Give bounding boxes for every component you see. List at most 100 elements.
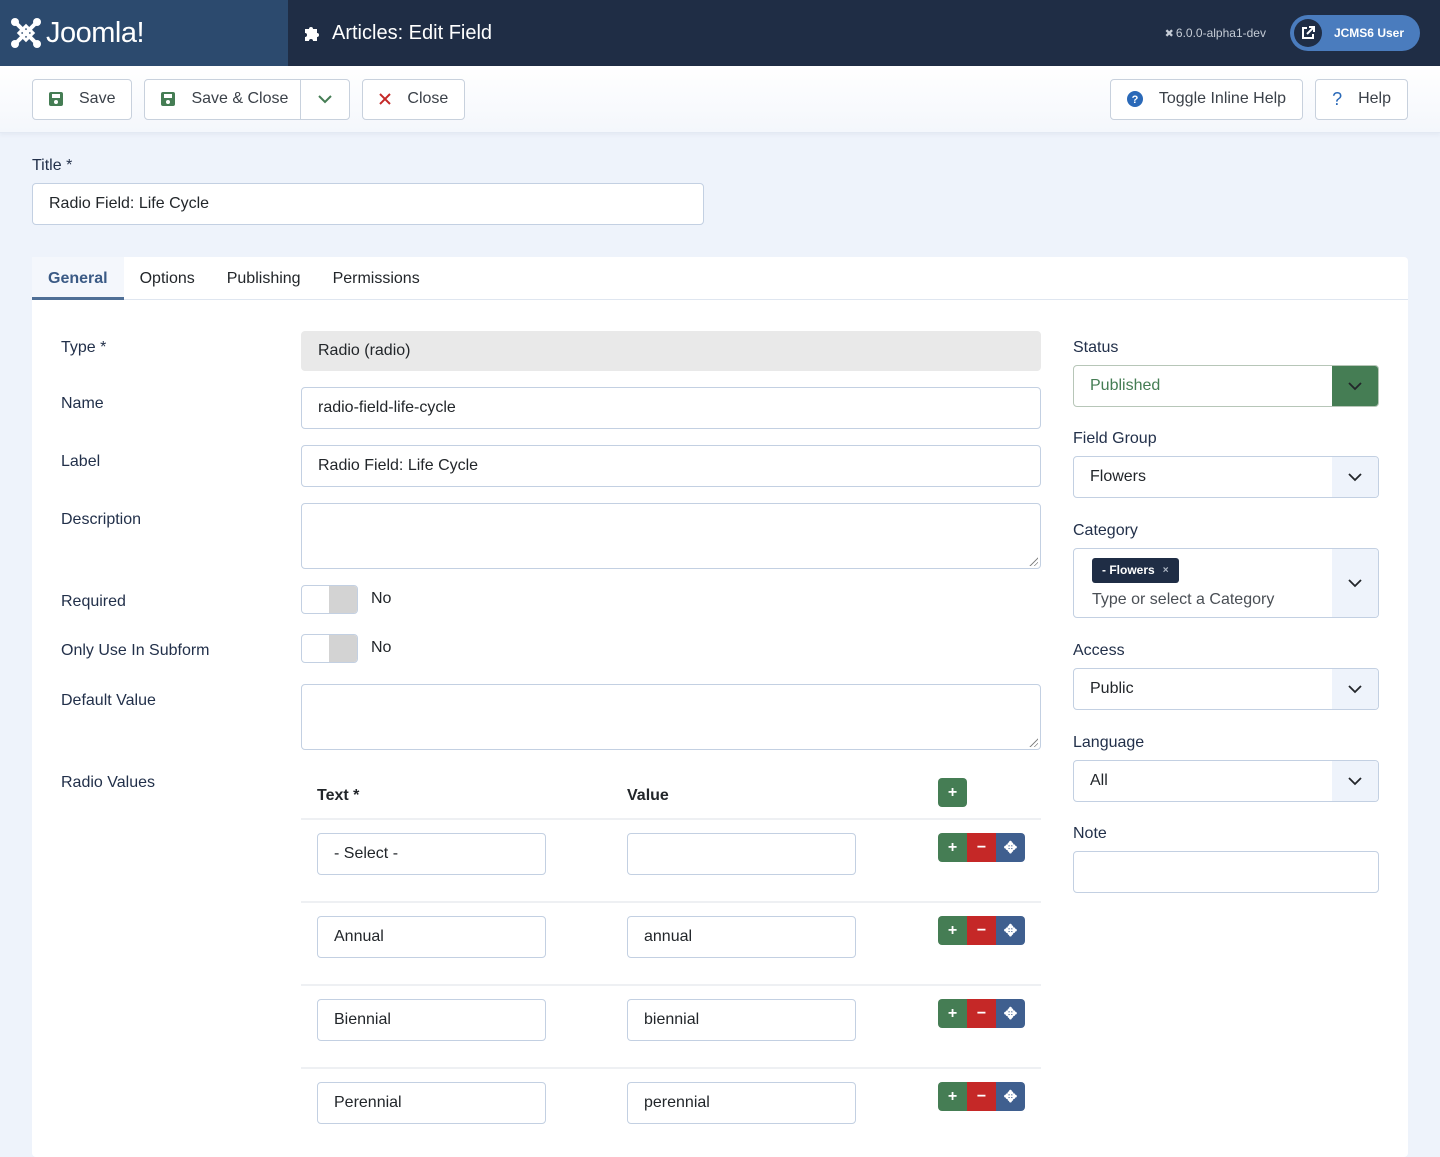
save-close-button[interactable]: Save & Close <box>145 79 302 119</box>
option-value-input[interactable]: perennial <box>627 1082 856 1124</box>
minus-icon: − <box>976 1004 987 1022</box>
move-row-handle[interactable]: ✥ <box>996 833 1025 862</box>
minus-icon: − <box>976 1087 987 1105</box>
toolbar: Save Save & Close Close ? Toggle Inline … <box>0 66 1440 133</box>
category-search-input[interactable]: Type or select a Category <box>1092 591 1274 609</box>
chevron-down-icon <box>318 94 333 103</box>
remove-row-button[interactable]: − <box>967 916 996 945</box>
app-header: Joomla! Articles: Edit Field ✖ 6.0.0-alp… <box>0 0 1440 66</box>
plus-icon: + <box>947 1087 958 1105</box>
name-input[interactable]: radio-field-life-cycle <box>301 387 1041 429</box>
option-value-input[interactable]: annual <box>627 916 856 958</box>
option-value-input[interactable]: biennial <box>627 999 856 1041</box>
plus-icon: + <box>947 921 958 939</box>
tab-bar: General Options Publishing Permissions <box>32 257 1408 300</box>
save-close-group: Save & Close <box>144 78 351 120</box>
plus-icon: + <box>947 783 958 801</box>
tab-general[interactable]: General <box>32 257 124 300</box>
page-title: Articles: Edit Field <box>303 22 492 45</box>
plus-icon: + <box>947 1004 958 1022</box>
add-row-after-button[interactable]: + <box>938 999 967 1028</box>
status-select[interactable]: Published <box>1073 365 1379 407</box>
remove-row-button[interactable]: − <box>967 999 996 1028</box>
add-row-button[interactable]: + <box>938 778 967 807</box>
option-text-input[interactable]: - Select - <box>317 833 546 875</box>
row-actions: + − ✥ <box>938 833 1025 862</box>
chevron-down-icon <box>1332 366 1378 406</box>
label-label: Label <box>61 453 101 470</box>
close-button[interactable]: Close <box>362 78 466 120</box>
access-select[interactable]: Public <box>1073 668 1379 710</box>
question-icon: ? <box>1332 88 1343 109</box>
status-label: Status <box>1073 339 1119 356</box>
user-name: JCMS6 User <box>1333 26 1404 40</box>
puzzle-icon <box>305 27 319 41</box>
chip-label: - Flowers <box>1102 563 1155 577</box>
option-value-input[interactable] <box>627 833 856 875</box>
access-value: Public <box>1090 680 1134 697</box>
save-close-label: Save & Close <box>191 90 289 107</box>
save-button[interactable]: Save <box>32 78 133 120</box>
close-icon <box>379 93 392 105</box>
help-label: Help <box>1358 90 1391 107</box>
page-title-text: Articles: Edit Field <box>332 21 493 44</box>
edit-card: General Options Publishing Permissions T… <box>32 257 1408 1157</box>
only-subform-value: No <box>371 639 392 656</box>
only-subform-toggle[interactable] <box>301 634 358 663</box>
chevron-down-icon <box>1332 549 1378 617</box>
field-group-select[interactable]: Flowers <box>1073 456 1379 498</box>
row-actions: + − ✥ <box>938 1082 1025 1111</box>
radio-values-label: Radio Values <box>61 774 155 791</box>
description-label: Description <box>61 511 142 528</box>
remove-row-button[interactable]: − <box>967 833 996 862</box>
language-select[interactable]: All <box>1073 760 1379 802</box>
required-toggle[interactable] <box>301 585 358 614</box>
chip-remove-icon[interactable]: × <box>1163 565 1169 576</box>
move-row-handle[interactable]: ✥ <box>996 1082 1025 1111</box>
category-select[interactable]: - Flowers × Type or select a Category <box>1073 548 1379 618</box>
toggle-knob <box>329 635 357 662</box>
tab-options[interactable]: Options <box>124 257 211 300</box>
note-input[interactable] <box>1073 851 1379 893</box>
option-text-input[interactable]: Annual <box>317 916 546 958</box>
label-input[interactable]: Radio Field: Life Cycle <box>301 445 1041 487</box>
default-value-label: Default Value <box>61 692 156 709</box>
only-subform-label: Only Use In Subform <box>61 642 210 659</box>
divider <box>301 901 1041 903</box>
help-button[interactable]: ? Help <box>1315 78 1408 120</box>
required-label: Required <box>61 593 126 610</box>
move-row-handle[interactable]: ✥ <box>996 999 1025 1028</box>
title-input[interactable]: Radio Field: Life Cycle <box>32 183 704 225</box>
move-icon: ✥ <box>1003 922 1018 940</box>
col-value-header: Value <box>627 787 669 804</box>
type-label: Type * <box>61 339 107 356</box>
add-row-after-button[interactable]: + <box>938 916 967 945</box>
add-row-after-button[interactable]: + <box>938 833 967 862</box>
user-menu-button[interactable]: JCMS6 User <box>1289 15 1420 51</box>
minus-icon: − <box>976 838 987 856</box>
version-text: 6.0.0-alpha1-dev <box>1175 26 1266 40</box>
divider <box>301 1067 1041 1069</box>
joomla-logo[interactable]: Joomla! <box>0 0 288 66</box>
save-icon <box>49 92 63 106</box>
option-text-input[interactable]: Perennial <box>317 1082 546 1124</box>
move-row-handle[interactable]: ✥ <box>996 916 1025 945</box>
resize-handle[interactable] <box>1028 556 1038 566</box>
resize-handle[interactable] <box>1028 737 1038 747</box>
add-row-after-button[interactable]: + <box>938 1082 967 1111</box>
tab-permissions[interactable]: Permissions <box>317 257 436 300</box>
svg-text:?: ? <box>1132 94 1139 106</box>
move-icon: ✥ <box>1003 1088 1018 1106</box>
option-text-input[interactable]: Biennial <box>317 999 546 1041</box>
save-dropdown-toggle[interactable] <box>301 80 349 119</box>
toggle-inline-help-button[interactable]: ? Toggle Inline Help <box>1109 78 1304 120</box>
tab-publishing[interactable]: Publishing <box>211 257 317 300</box>
chevron-down-icon <box>1332 761 1378 801</box>
remove-row-button[interactable]: − <box>967 1082 996 1111</box>
name-label: Name <box>61 395 104 412</box>
description-textarea[interactable] <box>301 503 1041 569</box>
default-value-textarea[interactable] <box>301 684 1041 750</box>
divider <box>301 818 1041 820</box>
joomla-logo-icon <box>11 18 41 48</box>
category-label: Category <box>1073 522 1138 539</box>
